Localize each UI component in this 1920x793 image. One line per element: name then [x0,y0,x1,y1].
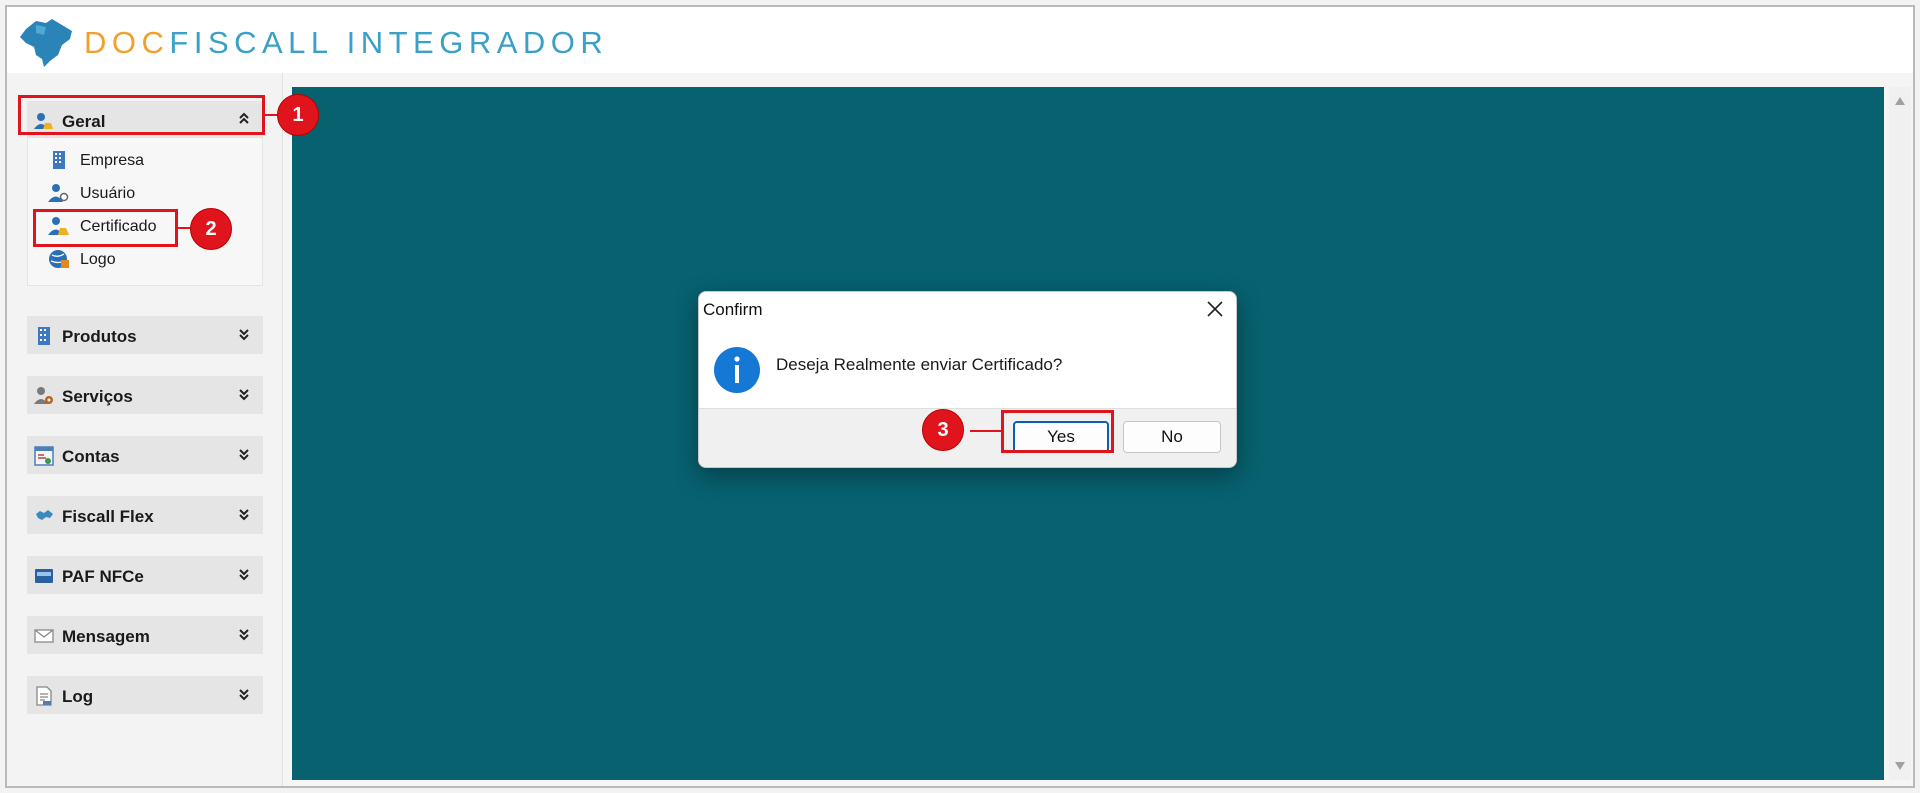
vertical-scrollbar[interactable] [1889,87,1911,780]
brand-title: DOCFISCALL INTEGRADOR [84,25,609,60]
user-search-icon [48,184,69,202]
nfce-icon [35,569,53,583]
chevron-down-double-icon [239,449,249,461]
app-header: DOCFISCALL INTEGRADOR [7,7,1913,73]
sidebar: Geral Empresa Usuário Certificado Logo P… [7,73,283,786]
envelope-icon [34,629,54,643]
globe-icon [49,250,69,268]
chevron-down-double-icon [239,629,249,641]
sidebar-group-servicos[interactable]: Serviços [27,376,263,414]
app-window: DOCFISCALL INTEGRADOR Geral Empresa Usuá… [5,5,1915,788]
sidebar-group-label: Contas [62,447,120,466]
sidebar-group-label: Serviços [62,387,133,406]
sidebar-group-label: PAF NFCe [62,567,144,586]
callout-highlight-certificado [33,209,178,247]
callout-highlight-geral [18,95,265,135]
callout-connector [970,430,1001,432]
callout-badge-2: 2 [190,208,232,250]
confirm-dialog: Confirm Deseja Realmente enviar Certific… [698,291,1237,468]
info-icon [714,347,760,393]
callout-highlight-yes [1001,410,1114,453]
chevron-down-double-icon [239,329,249,341]
chevron-down-double-icon [239,689,249,701]
user-gear-icon [34,387,53,404]
callout-badge-1: 1 [277,94,319,136]
sidebar-group-label: Mensagem [62,627,150,646]
sidebar-group-fiscall-flex[interactable]: Fiscall Flex [27,496,263,534]
document-icon [36,686,52,706]
close-icon[interactable] [1204,298,1226,320]
building-icon [38,327,50,345]
chevron-down-double-icon [239,509,249,521]
sidebar-group-mensagem[interactable]: Mensagem [27,616,263,654]
sidebar-group-label: Fiscall Flex [62,507,154,526]
callout-badge-3: 3 [922,409,964,451]
sidebar-group-paf-nfce[interactable]: PAF NFCe [27,556,263,594]
chevron-down-double-icon [239,569,249,581]
sidebar-group-produtos[interactable]: Produtos [27,316,263,354]
sidebar-group-label: Produtos [62,327,137,346]
sidebar-group-label: Log [62,687,94,706]
no-button[interactable]: No [1123,421,1221,453]
brazil-map-logo-icon [20,19,72,67]
scroll-down-arrow-icon[interactable] [1895,762,1905,770]
chevron-down-double-icon [239,389,249,401]
sidebar-group-contas[interactable]: Contas [27,436,263,474]
map-icon [36,510,53,520]
building-icon [53,151,65,169]
dialog-title: Confirm [703,300,763,319]
invoice-icon [34,446,54,466]
scroll-up-arrow-icon[interactable] [1895,97,1905,105]
sidebar-group-log[interactable]: Log [27,676,263,714]
dialog-message: Deseja Realmente enviar Certificado? [776,355,1063,374]
